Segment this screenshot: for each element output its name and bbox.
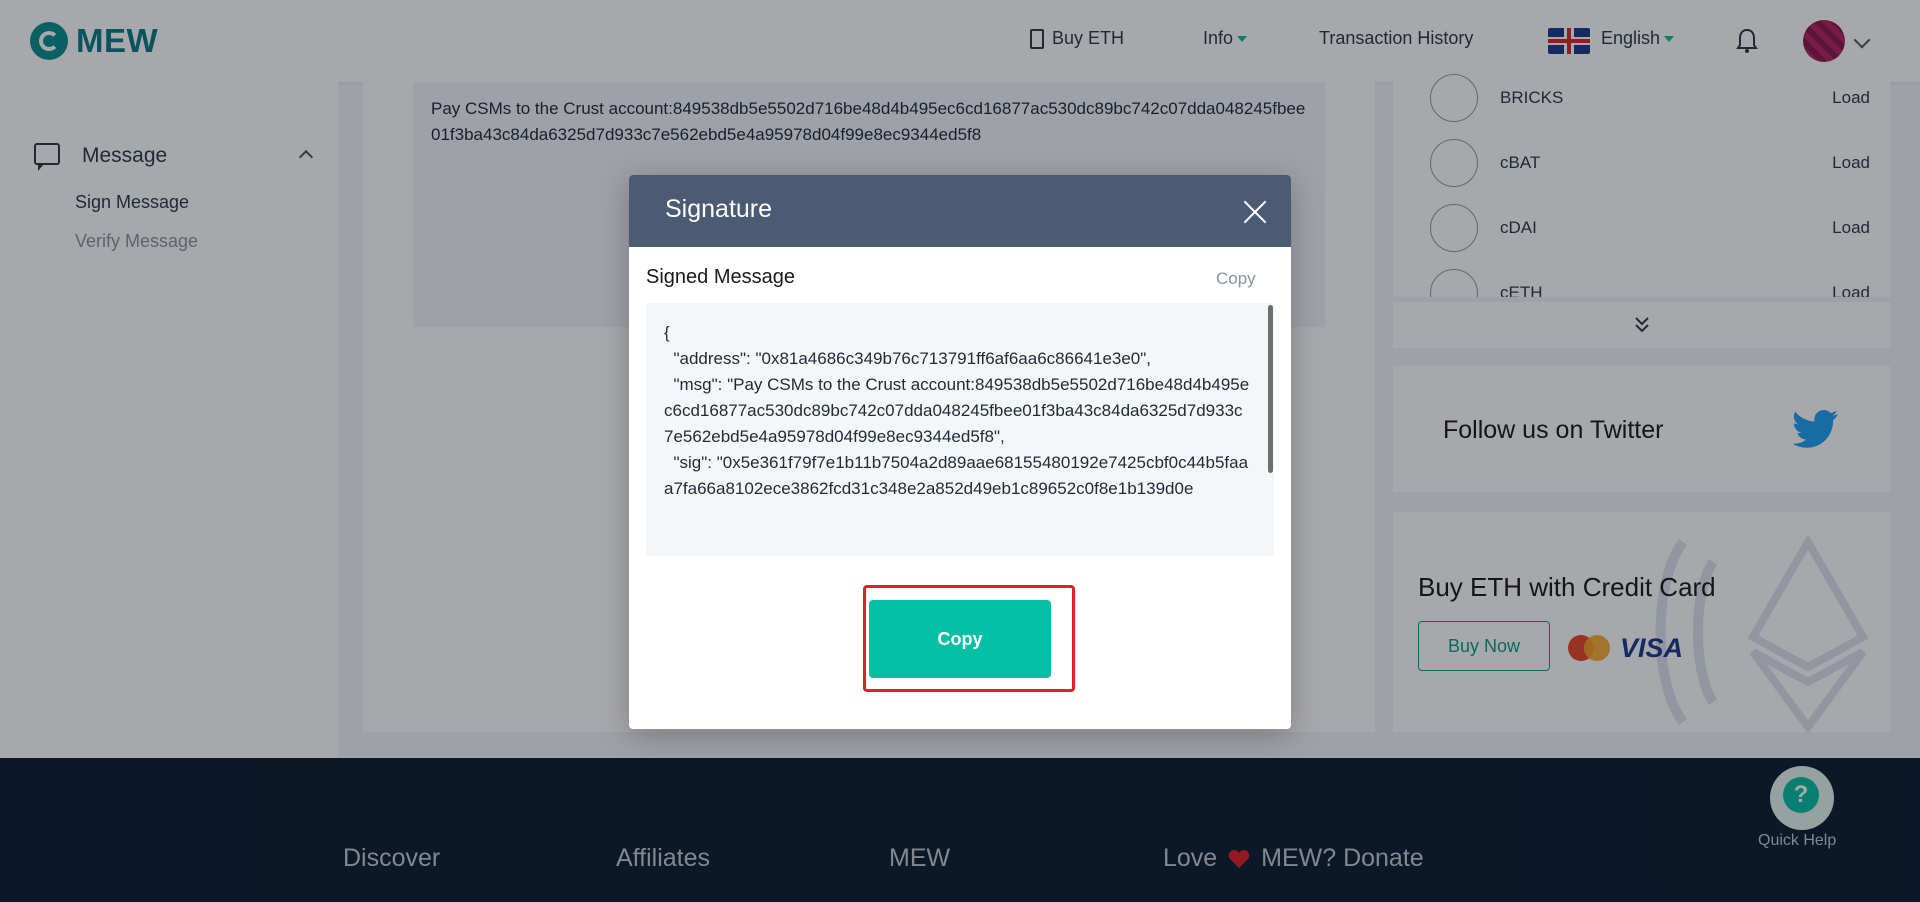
signed-message-label: Signed Message [646,266,795,288]
modal-title: Signature [665,195,773,223]
signed-message-text: { "address": "0x81a4686c349b76c713791ff6… [664,323,1250,498]
highlight-box [863,585,1075,692]
copy-link[interactable]: Copy [1216,269,1256,289]
scrollbar[interactable] [1268,305,1273,473]
close-icon[interactable] [1240,197,1270,227]
